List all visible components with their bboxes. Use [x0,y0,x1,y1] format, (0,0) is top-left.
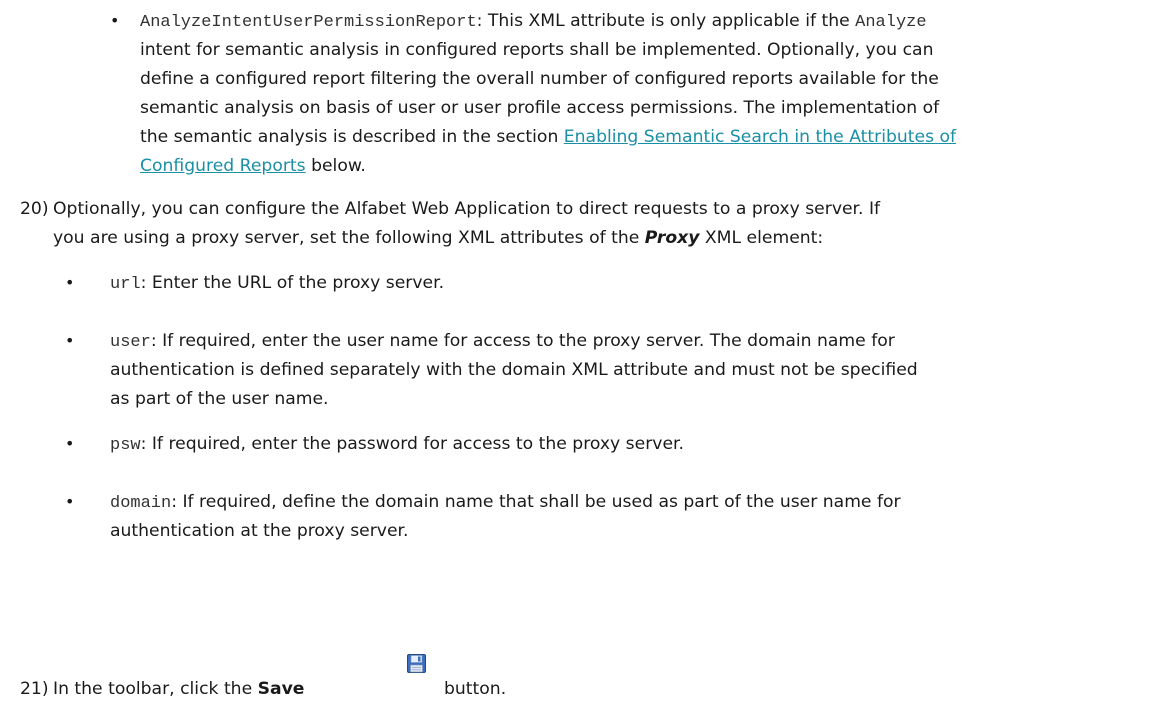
description-text: you are using a proxy server, set the fo… [53,228,645,248]
description-text: : Enter the URL of the proxy server. [140,273,445,293]
xml-attribute-name: domain [110,494,172,513]
bullet-marker: • [65,331,75,350]
description-line: the semantic analysis is described in th… [140,126,956,148]
xml-attribute-name: user [110,333,151,352]
save-floppy-icon [407,654,426,673]
description-line: Configured Reports below. [140,155,366,177]
step-number: 20) [20,199,49,219]
description-text: In the toolbar, click the [53,679,258,699]
link-configured-reports[interactable]: Configured Reports [140,156,306,176]
step-21-text-end: button. [444,679,507,699]
step-20-text: Optionally, you can configure the Alfabe… [53,199,881,219]
list-item-domain: domain: If required, define the domain n… [110,491,901,515]
description-text: intent for semantic analysis in configur… [140,40,934,60]
description-text: the semantic analysis is described in th… [140,127,564,147]
description-text: : This XML attribute is only applicable … [476,11,856,31]
description-text: define a configured report filtering the… [140,69,939,89]
proxy-element-name: Proxy [644,228,700,248]
description-text: below. [305,156,366,176]
bullet-marker: • [110,11,120,30]
xml-attribute-name: AnalyzeIntentUserPermissionReport [140,13,477,32]
save-label: Save [257,679,305,699]
bullet-marker: • [65,273,75,292]
xml-attribute-name: Analyze [855,13,927,32]
step-20-text: you are using a proxy server, set the fo… [53,227,823,249]
step-21-text: In the toolbar, click the Save [53,678,304,700]
description-text: : If required, define the domain name th… [171,492,901,512]
step-number: 21) [20,679,49,699]
bullet-marker: • [65,492,75,511]
description-text: authentication is defined separately wit… [110,360,918,380]
xml-attribute-name: url [110,275,141,294]
xml-attribute-name: psw [110,436,141,455]
description-text: authentication at the proxy server. [110,521,409,541]
bullet-marker: • [65,434,75,453]
description-text: : If required, enter the user name for a… [150,331,895,351]
list-item-url: url: Enter the URL of the proxy server. [110,272,444,296]
description-text: as part of the user name. [110,389,329,409]
list-item-psw: psw: If required, enter the password for… [110,433,684,457]
description-text: semantic analysis on basis of user or us… [140,98,940,118]
description-text: XML element: [699,228,824,248]
list-item-analyze-intent-line-1: AnalyzeIntentUserPermissionReport: This … [140,10,927,34]
link-enabling-semantic-search[interactable]: Enabling Semantic Search in the Attribut… [564,127,956,147]
description-text: : If required, enter the password for ac… [140,434,684,454]
list-item-user: user: If required, enter the user name f… [110,330,895,354]
